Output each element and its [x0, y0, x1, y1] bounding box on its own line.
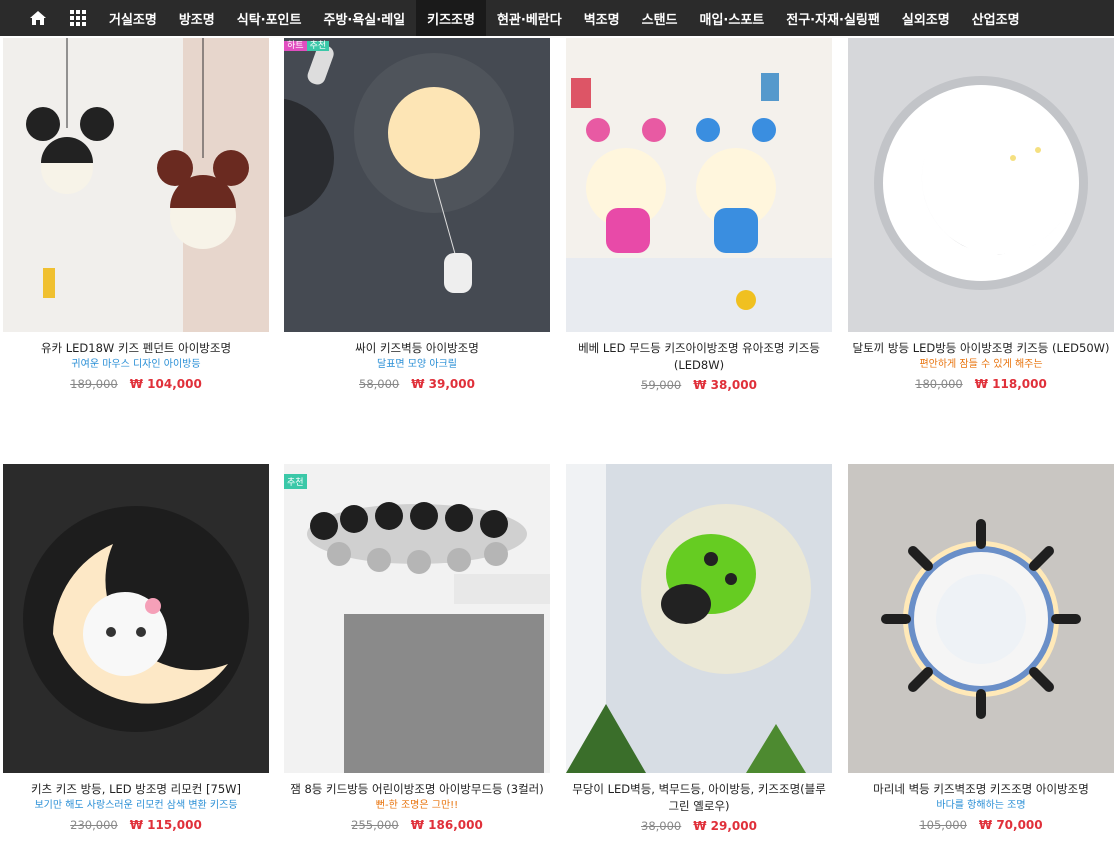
product-title[interactable]: 마리네 벽등 키즈벽조명 키즈조명 아이방조명 [848, 781, 1114, 798]
product-image[interactable] [566, 464, 832, 773]
original-price: 38,000 [641, 819, 682, 833]
product-price: 180,000 ₩ 118,000 [848, 377, 1114, 391]
sale-price: ₩ 186,000 [410, 818, 483, 832]
nav-item-kitchen[interactable]: 주방·욕실·레일 [312, 0, 416, 36]
product-price: 59,000 ₩ 38,000 [566, 378, 832, 392]
product-card[interactable]: 유카 LED18W 키즈 펜던트 아이방조명 귀여운 마우스 디자인 아이방등 … [3, 38, 269, 391]
product-subtitle: 바다를 항해하는 조명 [936, 800, 1026, 811]
product-card[interactable]: 달토끼 방등 LED방등 아이방조명 키즈등 (LED50W) 편안하게 잠들 … [848, 38, 1114, 391]
product-subtitle: 보기만 해도 사랑스러운 리모컨 삼색 변환 키즈등 [34, 800, 238, 811]
original-price: 105,000 [919, 818, 967, 832]
product-image[interactable] [3, 38, 269, 332]
product-price: 230,000 ₩ 115,000 [3, 818, 269, 832]
product-title[interactable]: 무당이 LED벽등, 벽무드등, 아이방등, 키즈조명(블루 그린 옐로우) [566, 781, 832, 815]
badge-heart: 하트 [284, 41, 307, 51]
product-card[interactable]: 하트 추천 싸이 키즈벽등 아이방조명 달표면 모양 아크릴 58,000 ₩ 39… [284, 38, 550, 391]
product-card[interactable]: 키츠 키즈 방등, LED 방조명 리모컨 [75W] 보기만 해도 사랑스러운… [3, 464, 269, 832]
sale-price: ₩ 115,000 [129, 818, 202, 832]
product-card[interactable]: 무당이 LED벽등, 벽무드등, 아이방등, 키즈조명(블루 그린 옐로우) 3… [566, 464, 832, 833]
nav-item-kids[interactable]: 키즈조명 [416, 0, 486, 36]
original-price: 58,000 [359, 377, 400, 391]
original-price: 255,000 [351, 818, 399, 832]
product-card[interactable]: 추천 잼 8등 키드방등 어린이방조명 아이방무드등 (3컬러) 뻔-한 조명은… [284, 464, 550, 832]
product-card[interactable]: 마리네 벽등 키즈벽조명 키즈조명 아이방조명 바다를 항해하는 조명 105,… [848, 464, 1114, 832]
product-subtitle: 편안하게 잠들 수 있게 해주는 [919, 359, 1043, 370]
product-image[interactable] [848, 464, 1114, 773]
nav-item-entrance[interactable]: 현관·베란다 [486, 0, 573, 36]
product-title[interactable]: 달토끼 방등 LED방등 아이방조명 키즈등 (LED50W) [848, 340, 1114, 357]
original-price: 180,000 [915, 377, 963, 391]
product-image[interactable]: 추천 [284, 464, 550, 773]
product-card[interactable]: 베베 LED 무드등 키즈아이방조명 유아조명 키즈등 (LED8W) 59,0… [566, 38, 832, 392]
nav-item-living[interactable]: 거실조명 [98, 0, 168, 36]
nav-item-room[interactable]: 방조명 [168, 0, 226, 36]
product-price: 189,000 ₩ 104,000 [3, 377, 269, 391]
original-price: 189,000 [70, 377, 118, 391]
product-image[interactable] [566, 38, 832, 332]
product-title[interactable]: 싸이 키즈벽등 아이방조명 [284, 340, 550, 357]
nav-item-industrial[interactable]: 산업조명 [961, 0, 1031, 36]
product-subtitle: 뻔-한 조명은 그만!! [375, 800, 459, 811]
nav-item-bulbs[interactable]: 전구·자재·실링팬 [775, 0, 891, 36]
product-subtitle: 달표면 모양 아크릴 [377, 359, 457, 370]
product-title[interactable]: 키츠 키즈 방등, LED 방조명 리모컨 [75W] [3, 781, 269, 798]
nav-item-outdoor[interactable]: 실외조명 [891, 0, 961, 36]
product-badges: 하트 추천 [284, 38, 330, 51]
sale-price: ₩ 104,000 [129, 377, 202, 391]
original-price: 59,000 [641, 378, 682, 392]
badge-recommend: 추천 [306, 41, 330, 51]
top-navigation: 거실조명 방조명 식탁·포인트 주방·욕실·레일 키즈조명 현관·베란다 벽조명… [0, 0, 1114, 36]
product-image[interactable] [3, 464, 269, 773]
badge-recommend: 추천 [284, 474, 307, 489]
product-price: 105,000 ₩ 70,000 [848, 818, 1114, 832]
product-title[interactable]: 베베 LED 무드등 키즈아이방조명 유아조명 키즈등 (LED8W) [566, 340, 832, 374]
product-image[interactable]: 하트 추천 [284, 38, 550, 332]
product-price: 38,000 ₩ 29,000 [566, 819, 832, 833]
nav-item-wall[interactable]: 벽조명 [573, 0, 631, 36]
sale-price: ₩ 118,000 [974, 377, 1047, 391]
product-title[interactable]: 잼 8등 키드방등 어린이방조명 아이방무드등 (3컬러) [284, 781, 550, 798]
sale-price: ₩ 39,000 [411, 377, 475, 391]
nav-item-stand[interactable]: 스탠드 [631, 0, 689, 36]
product-price: 255,000 ₩ 186,000 [284, 818, 550, 832]
category-grid-icon[interactable] [58, 0, 98, 36]
product-price: 58,000 ₩ 39,000 [284, 377, 550, 391]
original-price: 230,000 [70, 818, 118, 832]
home-icon[interactable] [18, 0, 58, 36]
product-subtitle: 귀여운 마우스 디자인 아이방등 [71, 359, 201, 370]
nav-item-dining[interactable]: 식탁·포인트 [226, 0, 313, 36]
sale-price: ₩ 38,000 [693, 378, 757, 392]
product-title[interactable]: 유카 LED18W 키즈 펜던트 아이방조명 [3, 340, 269, 357]
sale-price: ₩ 29,000 [693, 819, 757, 833]
nav-item-recessed[interactable]: 매입·스포트 [689, 0, 776, 36]
sale-price: ₩ 70,000 [978, 818, 1043, 832]
product-image[interactable] [848, 38, 1114, 332]
